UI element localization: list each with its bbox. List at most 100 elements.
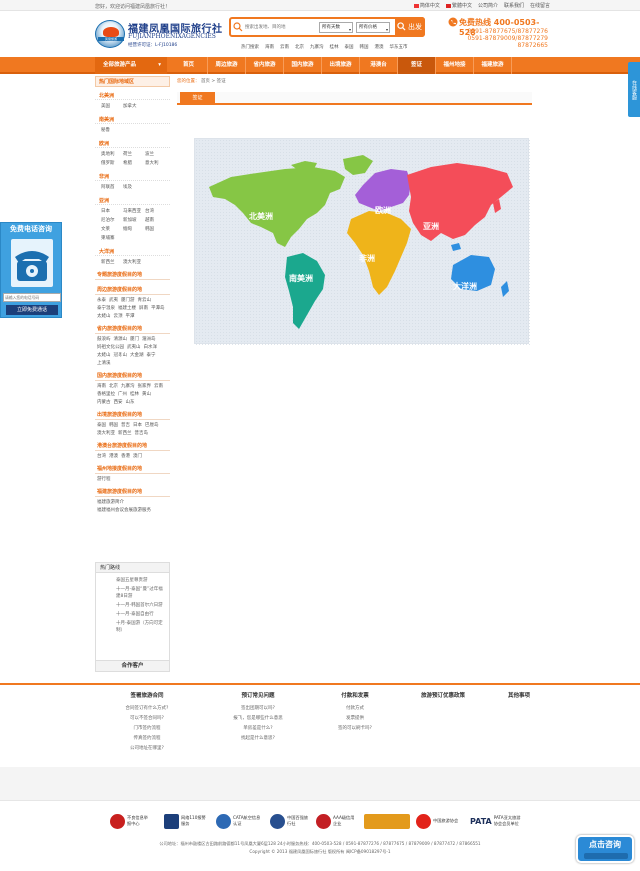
simplified-chinese-link[interactable]: 简体中文 [413, 2, 440, 9]
region-heading[interactable]: 欧洲 [95, 140, 170, 148]
country-link[interactable]: 波兰 [145, 150, 167, 159]
hot-search-item[interactable]: 北京 [295, 44, 304, 50]
destination-link[interactable]: 新西兰 [118, 430, 132, 438]
country-link[interactable]: 希腊 [123, 159, 145, 168]
category-heading[interactable]: 周边旅游度假目的地 [95, 285, 170, 295]
destination-link[interactable]: 普吉岛 [135, 430, 149, 438]
about-link[interactable]: 公司简介 [478, 2, 498, 9]
destination-link[interactable]: 山东 [126, 399, 135, 407]
destination-link[interactable]: 厦门 [130, 336, 139, 344]
destination-link[interactable]: 太姥山 [97, 313, 111, 321]
nav-item-domestic[interactable]: 国内旅游 [284, 57, 322, 74]
contact-link[interactable]: 联系我们 [504, 2, 524, 9]
destination-link[interactable]: 台湾 [97, 453, 106, 461]
destination-link[interactable]: 鼓浪屿 [97, 336, 111, 344]
footer-link[interactable]: 可以不签合同吗? [102, 714, 192, 724]
cert-badge[interactable]: AAA级信用企业 [316, 812, 357, 830]
destination-link[interactable]: 泰宁 [147, 352, 156, 360]
hot-search-item[interactable]: 港澳 [375, 44, 384, 50]
country-link[interactable]: 埃及 [123, 183, 145, 192]
footer-link[interactable]: 门市签约流程 [102, 724, 192, 734]
destination-link[interactable]: 泰宁温泉 [97, 305, 115, 313]
country-link[interactable]: 日本 [101, 207, 123, 216]
nav-item-hk-macau-tw[interactable]: 港澳台 [360, 57, 398, 74]
footer-link[interactable]: 公司地址在哪里? [102, 744, 192, 754]
destination-link[interactable]: 普吉 [121, 422, 130, 430]
country-link[interactable]: 新加坡 [123, 216, 145, 225]
days-select[interactable]: 所有天数 ▾ [319, 22, 353, 33]
nav-item-outbound[interactable]: 出境旅游 [322, 57, 360, 74]
country-link[interactable]: 台湾 [145, 207, 167, 216]
destination-link[interactable]: 澳大利亚 [97, 430, 115, 438]
destination-link[interactable]: 武夷山 [127, 344, 141, 352]
destination-link[interactable]: 港澳 [109, 453, 118, 461]
country-link[interactable]: 马来西亚 [123, 207, 145, 216]
country-link[interactable]: 韩国 [145, 225, 167, 234]
footer-link[interactable]: 传真签约流程 [102, 734, 192, 744]
destination-link[interactable]: 海南 [97, 383, 106, 391]
destination-link[interactable]: 九寨沟 [121, 383, 135, 391]
category-heading[interactable]: 福州地接度假目的地 [95, 464, 170, 474]
nav-item-fuzhou[interactable]: 福州地接 [436, 57, 474, 74]
footer-link[interactable]: 合同签订有什么方式? [102, 704, 192, 714]
hot-search-item[interactable]: 华东五市 [390, 44, 408, 50]
cert-badge[interactable]: 中国百强旅行社 [270, 812, 309, 830]
all-products-menu[interactable]: 全部旅游产品 ▾ [95, 57, 167, 74]
destination-link[interactable]: 福建旅游简介 [97, 499, 124, 507]
footer-link[interactable]: 签的可以刷卡吗? [310, 724, 400, 734]
category-heading[interactable]: 专题旅游度假目的地 [95, 270, 170, 280]
country-link[interactable]: 意大利 [145, 159, 167, 168]
nav-item-home[interactable]: 首页 [170, 57, 208, 74]
destination-link[interactable]: 妈祖文化公园 [97, 344, 124, 352]
region-heading[interactable]: 亚洲 [95, 197, 170, 205]
country-link[interactable]: 阿联酋 [101, 183, 123, 192]
footer-link[interactable]: 找起是什么意思? [213, 734, 303, 744]
message-link[interactable]: 在线留言 [530, 2, 550, 9]
country-link[interactable]: 缅甸 [123, 225, 145, 234]
footer-link[interactable]: 付款方式 [310, 704, 400, 714]
traditional-chinese-link[interactable]: 繁體中文 [445, 2, 472, 9]
nav-item-visa[interactable]: 签证 [398, 57, 436, 74]
destination-link[interactable]: 泰国 [97, 422, 106, 430]
search-input[interactable] [245, 22, 315, 33]
hot-route-link[interactable]: 十一月-泰国自由行 [116, 611, 166, 618]
destination-link[interactable]: 桂林 [130, 391, 139, 399]
search-button[interactable]: 出发 [395, 17, 425, 37]
destination-link[interactable]: 西安 [114, 399, 123, 407]
destination-link[interactable]: 韩国 [109, 422, 118, 430]
click-consult-button[interactable]: 点击咨询 [576, 835, 634, 863]
price-select[interactable]: 所有价格 ▾ [356, 22, 390, 33]
destination-link[interactable]: 清源山 [114, 336, 128, 344]
destination-link[interactable]: 内蒙古 [97, 399, 111, 407]
country-link[interactable]: 秘鲁 [101, 126, 123, 135]
hot-search-item[interactable]: 桂林 [330, 44, 339, 50]
category-heading[interactable]: 出境旅游度假目的地 [95, 410, 170, 420]
category-heading[interactable]: 国内旅游度假目的地 [95, 371, 170, 381]
region-heading[interactable]: 非洲 [95, 173, 170, 181]
footer-link[interactable]: 发票提供 [310, 714, 400, 724]
cert-badge[interactable]: 网络110报警服务 [164, 812, 207, 830]
hot-search-item[interactable]: 云南 [280, 44, 289, 50]
destination-link[interactable]: 厦门游 [121, 297, 135, 305]
cert-badge[interactable]: PATA PATA亚太旅游协会会员单位 [470, 812, 524, 830]
destination-link[interactable]: 冠豸山 [114, 352, 128, 360]
footer-link[interactable]: 签出团期可以吗? [213, 704, 303, 714]
destination-link[interactable]: 日本 [133, 422, 142, 430]
destination-link[interactable]: 香港 [121, 453, 130, 461]
footer-link[interactable]: 单房差是什么? [213, 724, 303, 734]
country-link[interactable]: 荷兰 [123, 150, 145, 159]
destination-link[interactable]: 北京 [109, 383, 118, 391]
country-link[interactable]: 文莱 [101, 225, 123, 234]
country-link[interactable]: 澳大利亚 [123, 258, 145, 267]
footer-link[interactable]: 报飞，您是哪些什么意思 [213, 714, 303, 724]
country-link[interactable]: 新西兰 [101, 258, 123, 267]
region-heading[interactable]: 北美洲 [95, 92, 170, 100]
destination-link[interactable]: 青云山 [138, 297, 152, 305]
hot-route-link[interactable]: 十一月-泰国“曼”过年福建8日游 [116, 586, 166, 600]
destination-link[interactable]: 白水洋 [144, 344, 158, 352]
destination-link[interactable]: 香格里拉 [97, 391, 115, 399]
online-service-tab[interactable]: 在线客服 [628, 62, 640, 117]
destination-link[interactable]: 澳门 [133, 453, 142, 461]
nav-item-nearby[interactable]: 周边旅游 [208, 57, 246, 74]
hot-route-link[interactable]: 十一月-韩国首尔六日游 [116, 602, 166, 609]
